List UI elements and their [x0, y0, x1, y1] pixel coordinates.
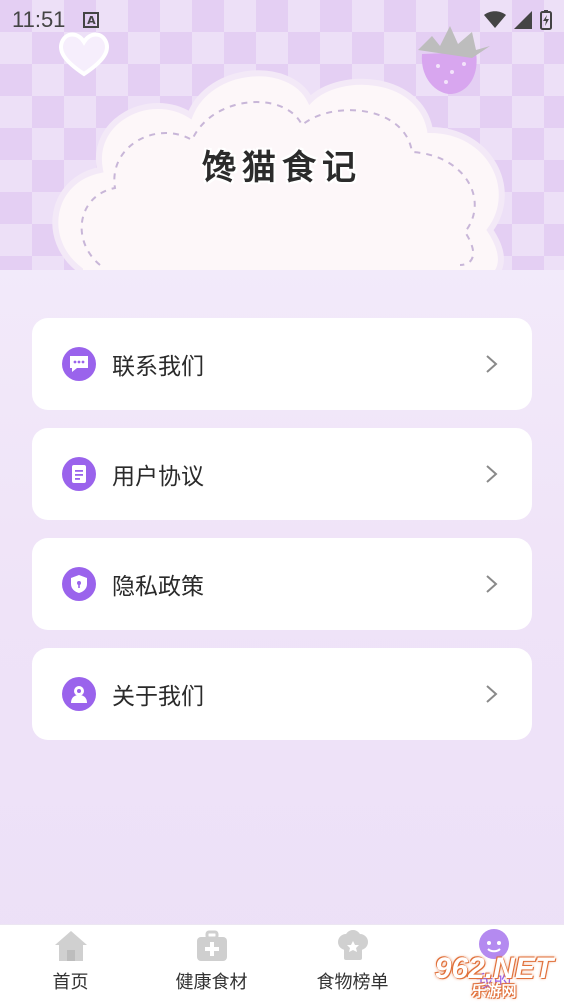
- battery-icon: [540, 10, 552, 30]
- menu-item-label: 隐私政策: [112, 574, 204, 600]
- header-banner: 11:51 A 馋猫食记: [0, 0, 564, 270]
- notification-a-icon: A: [83, 12, 100, 28]
- tab-healthy-ingredients[interactable]: 健康食材: [141, 925, 282, 1004]
- chevron-right-icon: [486, 355, 498, 373]
- menu-item-privacy-policy[interactable]: 隐私政策: [32, 538, 532, 630]
- menu-item-label: 用户协议: [112, 464, 204, 490]
- status-time: 11:51: [12, 7, 66, 32]
- tab-label: 健康食材: [175, 972, 248, 993]
- watermark-logo: 962.NET 乐游网: [424, 948, 564, 1004]
- chef-hat-icon: [337, 930, 368, 960]
- chevron-right-icon: [486, 465, 498, 483]
- menu-item-contact-us[interactable]: 联系我们: [32, 318, 532, 410]
- tab-label: 食物榜单: [316, 972, 389, 993]
- menu-item-label: 联系我们: [112, 354, 204, 380]
- chevron-right-icon: [486, 685, 498, 703]
- medkit-icon: [196, 930, 227, 961]
- chat-icon: [62, 347, 96, 381]
- tab-home[interactable]: 首页: [0, 925, 141, 1004]
- watermark-sub: 乐游网: [471, 982, 517, 1000]
- watermark-brand: 962.NET: [434, 951, 554, 985]
- shield-icon: [62, 567, 96, 601]
- tab-food-ranking[interactable]: 食物榜单: [282, 925, 423, 1004]
- wifi-icon: [484, 11, 506, 28]
- status-bar: 11:51 A: [0, 0, 564, 40]
- menu-item-label: 关于我们: [112, 684, 204, 710]
- tab-label: 首页: [52, 972, 89, 993]
- signal-icon: [514, 11, 532, 29]
- people-icon: [62, 677, 96, 711]
- chevron-right-icon: [486, 575, 498, 593]
- document-icon: [62, 457, 96, 491]
- home-icon: [54, 931, 87, 961]
- menu-item-about-us[interactable]: 关于我们: [32, 648, 532, 740]
- menu-item-user-agreement[interactable]: 用户协议: [32, 428, 532, 520]
- app-title: 馋猫食记: [202, 148, 362, 188]
